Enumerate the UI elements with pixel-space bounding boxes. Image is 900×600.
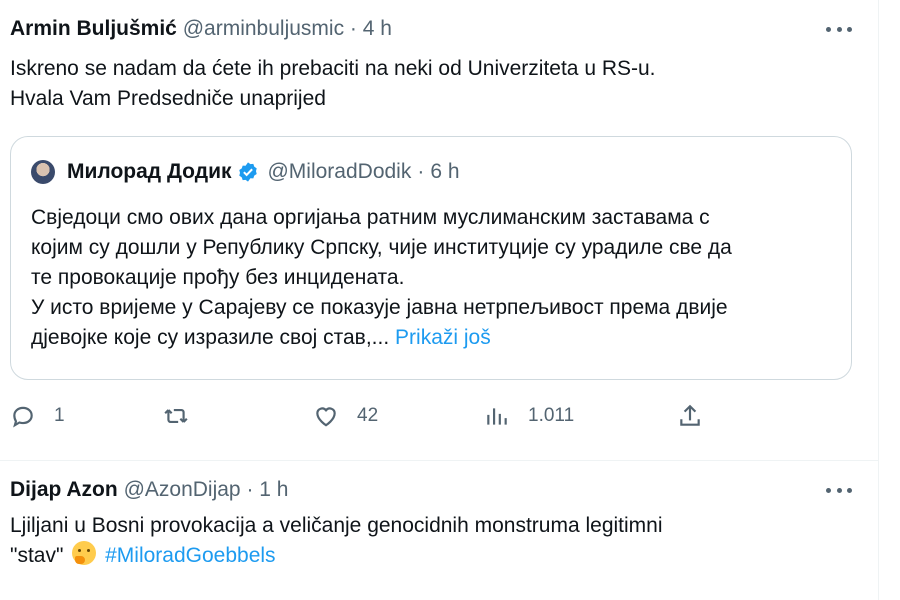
show-more-link[interactable]: Prikaži još bbox=[395, 326, 491, 349]
reply-icon bbox=[13, 406, 33, 428]
separator: · bbox=[349, 17, 357, 40]
thinking-face-icon bbox=[72, 541, 97, 565]
author-handle[interactable]: @MiloradDodik bbox=[267, 159, 411, 185]
timeline-border bbox=[878, 0, 879, 600]
avatar[interactable] bbox=[31, 160, 55, 184]
reply-button[interactable]: 1 bbox=[10, 398, 65, 434]
separator: · bbox=[246, 478, 254, 501]
tweet-text-line: Ljiljani u Bosni provokacija a veličanje… bbox=[10, 514, 663, 537]
tweet-text-fragment: "stav" bbox=[10, 544, 64, 567]
tweet[interactable]: Dijap Azon @AzonDijap · 1 h Ljiljani u B… bbox=[0, 461, 878, 600]
reply-count: 1 bbox=[54, 405, 65, 426]
tweet-actions: 1 42 1.011 bbox=[0, 398, 878, 434]
quoted-tweet-text: Свједоци смо ових дана оргијања ратним м… bbox=[31, 203, 732, 353]
timestamp[interactable]: 6 h bbox=[430, 159, 459, 185]
timestamp[interactable]: 4 h bbox=[363, 17, 392, 40]
separator: · bbox=[417, 160, 425, 183]
quoted-text-line: У исто вријеме у Сарајеву се показује ја… bbox=[31, 296, 728, 319]
tweet-header: Armin Buljušmić @arminbuljusmic · 4 h bbox=[10, 16, 392, 42]
retweet-button[interactable] bbox=[163, 398, 207, 434]
author-handle[interactable]: @arminbuljusmic bbox=[183, 17, 344, 40]
like-count: 42 bbox=[357, 405, 379, 426]
share-icon bbox=[680, 404, 700, 426]
quoted-text-line: Свједоци смо ових дана оргијања ратним м… bbox=[31, 206, 710, 229]
timestamp[interactable]: 1 h bbox=[259, 478, 288, 501]
quoted-text-last-line: дјевојке које су изразиле свој став,... … bbox=[31, 323, 732, 353]
tweet-text-line: Iskreno se nadam da ćete ih prebaciti na… bbox=[10, 57, 656, 80]
tweet-text-line-2: "stav" #MiloradGoebbels bbox=[10, 541, 663, 571]
quoted-tweet[interactable]: Милорад Додик @MiloradDodik · 6 h Свједо… bbox=[10, 136, 852, 380]
like-button[interactable]: 42 bbox=[313, 398, 378, 434]
author-name[interactable]: Dijap Azon bbox=[10, 478, 118, 501]
tweet-text: Iskreno se nadam da ćete ih prebaciti na… bbox=[10, 54, 656, 114]
heart-icon bbox=[316, 407, 336, 427]
hashtag-link[interactable]: #MiloradGoebbels bbox=[105, 544, 275, 567]
retweet-icon bbox=[164, 408, 188, 424]
quoted-text-line: те провокације прођу без инцидената. bbox=[31, 266, 405, 289]
views-chart-icon bbox=[487, 408, 507, 425]
quoted-text-line: којим су дошли у Републику Српску, чије … bbox=[31, 236, 732, 259]
share-button[interactable] bbox=[677, 398, 703, 434]
more-options-icon[interactable] bbox=[826, 479, 852, 501]
verified-badge-icon bbox=[239, 162, 258, 182]
more-options-icon[interactable] bbox=[826, 18, 852, 40]
tweet-text: Ljiljani u Bosni provokacija a veličanje… bbox=[10, 511, 663, 571]
tweet[interactable]: Armin Buljušmić @arminbuljusmic · 4 h Is… bbox=[0, 0, 878, 461]
views-button[interactable]: 1.011 bbox=[484, 398, 574, 434]
tweet-text-line: Hvala Vam Predsedniče unaprijed bbox=[10, 87, 326, 110]
quoted-text-line: дјевојке које су изразиле свој став,... bbox=[31, 326, 390, 349]
author-handle[interactable]: @AzonDijap bbox=[124, 478, 241, 501]
author-name[interactable]: Милорад Додик bbox=[67, 159, 231, 185]
quoted-tweet-header: Милорад Додик @MiloradDodik · 6 h bbox=[31, 159, 460, 185]
views-count: 1.011 bbox=[528, 405, 575, 426]
author-name[interactable]: Armin Buljušmić bbox=[10, 17, 177, 40]
tweet-header: Dijap Azon @AzonDijap · 1 h bbox=[10, 477, 289, 503]
